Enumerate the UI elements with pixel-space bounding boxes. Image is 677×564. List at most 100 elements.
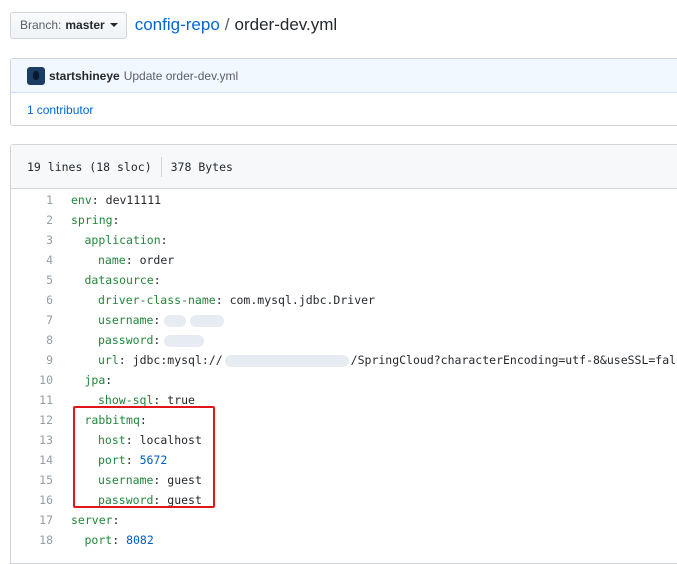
line-content: jpa: — [85, 370, 113, 390]
code-line: 17 server: — [11, 510, 677, 530]
line-content: server: — [71, 510, 119, 530]
line-number[interactable]: 17 — [11, 510, 53, 530]
redacted-value — [190, 314, 225, 327]
line-number[interactable]: 4 — [11, 250, 53, 270]
yaml-value: true — [167, 393, 195, 407]
commit-author[interactable]: startshineye — [49, 69, 120, 83]
code-line: 3 application: — [11, 230, 677, 250]
yaml-key: username — [98, 313, 154, 327]
yaml-colon: : — [91, 193, 99, 207]
code-line: 8 password: — [11, 330, 677, 350]
code-line: 10 jpa: — [11, 370, 677, 390]
line-number[interactable]: 18 — [11, 530, 53, 550]
rabbitmq-highlight-annotation — [73, 406, 215, 508]
line-count: 19 lines (18 sloc) — [27, 159, 152, 174]
line-number[interactable]: 12 — [11, 410, 53, 430]
branch-label: Branch: — [20, 18, 62, 32]
line-content: spring: — [71, 210, 119, 230]
line-content: password: — [98, 330, 205, 350]
code-line: 1 env: dev11111 — [11, 190, 677, 210]
yaml-key: password — [98, 333, 154, 347]
line-number[interactable]: 7 — [11, 310, 53, 330]
yaml-colon: : — [118, 353, 126, 367]
yaml-key: driver-class-name — [98, 293, 216, 307]
line-number[interactable]: 8 — [11, 330, 53, 350]
line-number[interactable]: 16 — [11, 490, 53, 510]
latest-commit: startshineye Update order-dev.yml — [11, 59, 677, 93]
line-content: datasource: — [85, 270, 161, 290]
line-number[interactable]: 15 — [11, 470, 53, 490]
code-line: 6 driver-class-name: com.mysql.jdbc.Drive… — [11, 290, 677, 310]
code-line: 18 port: 8082 — [11, 530, 677, 550]
code-line: 7 username: — [11, 310, 677, 330]
yaml-value: order — [139, 253, 175, 267]
line-number[interactable]: 6 — [11, 290, 53, 310]
commit-message[interactable]: Update order-dev.yml — [124, 69, 239, 83]
contributor-count[interactable]: 1 — [27, 103, 34, 117]
yaml-colon: : — [215, 293, 223, 307]
yaml-key: show-sql — [98, 393, 154, 407]
yaml-key: spring — [71, 213, 113, 227]
commit-info-box: startshineye Update order-dev.yml 1 cont… — [10, 58, 677, 126]
file-header-bar: Branch: master config-repo / order-dev.y… — [10, 10, 337, 40]
yaml-key: application — [84, 233, 161, 247]
file-info-bar: 19 lines (18 sloc) 378 Bytes — [11, 145, 677, 189]
line-content: port: 8082 — [85, 530, 154, 550]
line-content: username: — [98, 310, 225, 330]
code-line: 5 datasource: — [11, 270, 677, 290]
yaml-colon: : — [112, 533, 120, 547]
yaml-key: env — [71, 193, 92, 207]
yaml-colon: : — [153, 333, 161, 347]
line-number[interactable]: 3 — [11, 230, 53, 250]
yaml-key: name — [98, 253, 126, 267]
yaml-value: 8082 — [126, 533, 154, 547]
repo-link[interactable]: config-repo — [135, 15, 220, 35]
line-number[interactable]: 10 — [11, 370, 53, 390]
line-number[interactable]: 13 — [11, 430, 53, 450]
avatar[interactable] — [27, 66, 45, 85]
line-content: application: — [85, 230, 168, 250]
redacted-value — [164, 314, 187, 327]
code-line: 2 spring: — [11, 210, 677, 230]
redacted-value — [224, 354, 349, 367]
line-number[interactable]: 14 — [11, 450, 53, 470]
caret-down-icon — [109, 23, 118, 27]
line-number[interactable]: 9 — [11, 350, 53, 370]
yaml-key: port — [84, 533, 113, 547]
yaml-colon: : — [105, 373, 113, 387]
redacted-value — [164, 334, 205, 347]
breadcrumb-separator: / — [224, 15, 230, 34]
yaml-key: url — [98, 353, 119, 367]
line-content: driver-class-name: com.mysql.jdbc.Driver — [98, 290, 375, 310]
file-size: 378 Bytes — [170, 159, 233, 174]
yaml-key: server — [71, 513, 113, 527]
line-content: name: order — [98, 250, 174, 270]
yaml-colon: : — [153, 393, 161, 407]
branch-value: master — [65, 18, 105, 32]
yaml-value: com.mysql.jdbc.Driver — [229, 293, 375, 307]
code-line: 9 url: jdbc:mysql:// /SpringCloud?characte… — [11, 350, 677, 370]
yaml-colon: : — [125, 253, 133, 267]
contributor-link[interactable]: contributor — [37, 103, 94, 117]
yaml-colon: : — [112, 213, 120, 227]
line-number[interactable]: 11 — [11, 390, 53, 410]
code-line: 4 name: order — [11, 250, 677, 270]
line-number[interactable]: 5 — [11, 270, 53, 290]
line-content: url: jdbc:mysql:// /SpringCloud?character… — [98, 350, 677, 370]
line-number[interactable]: 1 — [11, 190, 53, 210]
yaml-key: jpa — [84, 373, 106, 387]
yaml-colon: : — [153, 313, 161, 327]
yaml-value: dev11111 — [105, 193, 162, 207]
branch-select-button[interactable]: Branch: master — [10, 11, 127, 39]
file-info-divider — [160, 156, 162, 177]
yaml-value-suffix: /SpringCloud?characterEncoding=utf-8&use… — [350, 353, 677, 367]
yaml-value: jdbc:mysql:// — [132, 353, 223, 367]
yaml-colon: : — [153, 273, 161, 287]
line-number[interactable]: 2 — [11, 210, 53, 230]
yaml-colon: : — [160, 233, 168, 247]
breadcrumb: config-repo / order-dev.yml — [135, 15, 337, 35]
contributors-row: 1 contributor — [11, 93, 677, 127]
yaml-colon: : — [112, 513, 120, 527]
line-content: env: dev11111 — [71, 190, 161, 210]
file-name: order-dev.yml — [234, 15, 338, 34]
